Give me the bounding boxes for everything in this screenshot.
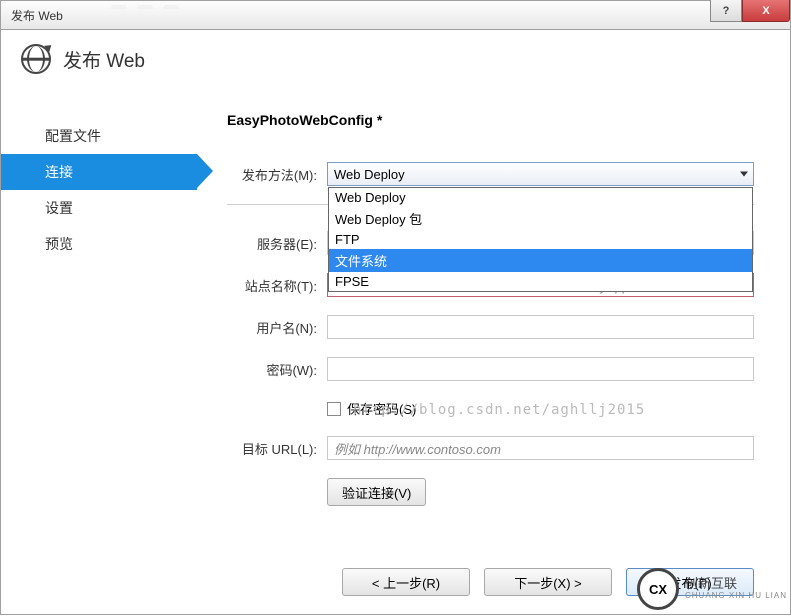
dropdown-option-fpse[interactable]: FPSE (329, 272, 752, 291)
help-button[interactable]: ? (710, 0, 742, 22)
brand-name: 创新互联 (685, 577, 787, 591)
sidebar-label: 设置 (45, 200, 73, 216)
wizard-steps-sidebar: 配置文件 连接 设置 预览 (1, 94, 197, 553)
username-input[interactable] (327, 315, 754, 339)
label-server: 服务器(E): (227, 234, 327, 253)
wizard-header: 发布 Web (1, 30, 790, 94)
save-password-checkbox[interactable] (327, 402, 341, 416)
dest-url-input[interactable]: 例如 http://www.contoso.com (327, 436, 754, 460)
window-title: 发布 Web (11, 7, 63, 24)
brand-icon: CX (637, 568, 679, 610)
sidebar-item-settings[interactable]: 设置 (1, 190, 197, 226)
prev-button[interactable]: < 上一步(R) (342, 568, 470, 596)
publish-method-combo[interactable]: Web Deploy Web Deploy Web Deploy 包 FTP 文… (327, 162, 754, 186)
globe-upload-icon (21, 44, 51, 74)
dropdown-option-webdeploy-pkg[interactable]: Web Deploy 包 (329, 207, 752, 230)
password-input[interactable] (327, 357, 754, 381)
sidebar-item-connection[interactable]: 连接 (1, 154, 197, 190)
label-password: 密码(W): (227, 360, 327, 379)
brand-sub: CHUANG XIN HU LIAN (685, 592, 787, 601)
dropdown-option-filesystem[interactable]: 文件系统 (329, 249, 752, 272)
next-button[interactable]: 下一步(X) > (484, 568, 612, 596)
close-button[interactable]: X (742, 0, 790, 22)
validate-connection-button[interactable]: 验证连接(V) (327, 478, 426, 506)
dropdown-option-webdeploy[interactable]: Web Deploy (329, 188, 752, 207)
publish-method-dropdown: Web Deploy Web Deploy 包 FTP 文件系统 FPSE (328, 187, 753, 292)
label-site: 站点名称(T): (227, 276, 327, 295)
label-publish-method: 发布方法(M): (227, 165, 327, 184)
label-username: 用户名(N): (227, 318, 327, 337)
wizard-title: 发布 Web (63, 46, 145, 73)
label-dest-url: 目标 URL(L): (227, 439, 327, 458)
form-area: http://blog.csdn.net/aghllj2015 EasyPhot… (197, 94, 790, 553)
titlebar: 发布 Web ? X (0, 0, 791, 30)
watermark-text: http://blog.csdn.net/aghllj2015 (353, 402, 645, 418)
brand-logo: CX 创新互联 CHUANG XIN HU LIAN (637, 568, 787, 610)
chevron-down-icon (740, 172, 748, 177)
window-body: 发布 Web 配置文件 连接 设置 预览 http://blog.csdn.ne… (0, 30, 791, 615)
profile-name: EasyPhotoWebConfig * (227, 112, 754, 128)
background-tabs (111, 5, 179, 9)
sidebar-label: 配置文件 (45, 128, 101, 144)
sidebar-label: 连接 (45, 164, 73, 180)
combo-selected-text: Web Deploy (334, 167, 405, 182)
sidebar-label: 预览 (45, 236, 73, 252)
sidebar-item-preview[interactable]: 预览 (1, 226, 197, 262)
dropdown-option-ftp[interactable]: FTP (329, 230, 752, 249)
sidebar-item-profile[interactable]: 配置文件 (1, 118, 197, 154)
